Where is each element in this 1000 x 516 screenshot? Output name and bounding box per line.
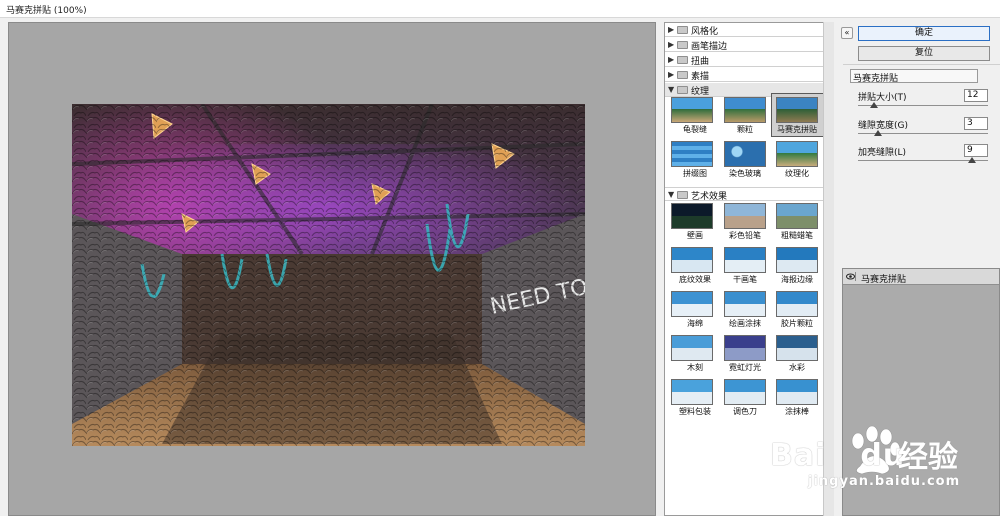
expand-arrow-icon: ▶ bbox=[668, 25, 675, 34]
filter-thumb-palette-knife[interactable] bbox=[724, 379, 766, 405]
tile-size-label: 拼贴大小(T) bbox=[858, 93, 907, 103]
folder-icon bbox=[677, 41, 688, 49]
expand-arrow-icon: ▶ bbox=[668, 55, 675, 64]
filter-caption: 霓虹灯光 bbox=[729, 363, 761, 372]
filter-caption: 纹理化 bbox=[785, 169, 809, 178]
filter-thumb-neon-glow[interactable] bbox=[724, 335, 766, 361]
filter-thumb-sponge[interactable] bbox=[671, 291, 713, 317]
grout-width-label: 缝隙宽度(G) bbox=[858, 121, 908, 131]
filter-thumb-stained-glass[interactable] bbox=[724, 141, 766, 167]
filter-thumb-dry-brush[interactable] bbox=[724, 247, 766, 273]
gallery-category-artistic[interactable]: ▼ 艺术效果 bbox=[665, 187, 823, 202]
lighten-grout-input[interactable]: 9 bbox=[964, 144, 988, 157]
filter-thumb-texturizer[interactable] bbox=[776, 141, 818, 167]
filter-caption: 颗粒 bbox=[737, 125, 753, 134]
gallery-category-distort[interactable]: ▶ 扭曲 bbox=[665, 53, 823, 67]
window-title: 马赛克拼贴 (100%) bbox=[6, 6, 87, 16]
folder-icon bbox=[677, 56, 688, 64]
filter-thumb-craquelure[interactable] bbox=[671, 97, 713, 123]
collapse-arrow-icon: ▼ bbox=[668, 85, 675, 94]
expand-arrow-icon: ▶ bbox=[668, 40, 675, 49]
preview-area[interactable]: NEED TO GET bbox=[8, 22, 656, 516]
chevron-down-icon: ⌄ bbox=[853, 71, 860, 80]
filter-caption: 绘画涂抹 bbox=[729, 319, 761, 328]
reset-button[interactable]: 复位 bbox=[858, 46, 990, 61]
effect-layer-label: 马赛克拼贴 bbox=[861, 275, 907, 285]
expand-arrow-icon: ▶ bbox=[668, 70, 675, 79]
ok-button[interactable]: 确定 bbox=[858, 26, 990, 41]
window-titlebar: 马赛克拼贴 (100%) bbox=[0, 0, 1000, 18]
effect-layer-row[interactable]: 马赛克拼贴 bbox=[843, 269, 999, 285]
filter-thumb-rough-pastels[interactable] bbox=[776, 203, 818, 229]
folder-open-icon bbox=[677, 86, 688, 94]
lighten-grout-label: 加亮缝隙(L) bbox=[858, 148, 907, 158]
filter-caption: 干画笔 bbox=[733, 275, 757, 284]
watermark-brand: Bai du bbox=[770, 438, 906, 473]
filter-caption: 水彩 bbox=[789, 363, 805, 372]
filter-thumb-watercolor[interactable] bbox=[776, 335, 818, 361]
filter-caption: 粗糙蜡笔 bbox=[781, 231, 813, 240]
gallery-category-stylize[interactable]: ▶ 风格化 bbox=[665, 23, 823, 37]
filter-caption: 马赛克拼贴 bbox=[777, 125, 817, 134]
filter-thumb-film-grain[interactable] bbox=[776, 291, 818, 317]
filter-thumb-poster-edges[interactable] bbox=[776, 247, 818, 273]
filter-caption: 彩色铅笔 bbox=[729, 231, 761, 240]
grout-width-slider-thumb[interactable] bbox=[873, 130, 882, 136]
filter-thumb-paint-daubs[interactable] bbox=[724, 291, 766, 317]
collapse-gallery-button[interactable]: « bbox=[841, 27, 853, 39]
eye-icon[interactable] bbox=[846, 272, 856, 281]
folder-open-icon bbox=[677, 191, 688, 199]
filter-thumb-cutout[interactable] bbox=[671, 335, 713, 361]
filter-thumb-smudge-stick[interactable] bbox=[776, 379, 818, 405]
folder-icon bbox=[677, 26, 688, 34]
collapse-arrow-icon: ▼ bbox=[668, 190, 675, 199]
filter-thumb-fresco[interactable] bbox=[671, 203, 713, 229]
watermark-url: jingyan.baidu.com bbox=[808, 474, 961, 489]
watermark-cn: 经验 bbox=[898, 440, 958, 475]
folder-icon bbox=[677, 71, 688, 79]
preview-image: NEED TO GET bbox=[72, 104, 585, 446]
gallery-category-sketch[interactable]: ▶ 素描 bbox=[665, 68, 823, 82]
filter-caption: 胶片颗粒 bbox=[781, 319, 813, 328]
tile-size-input[interactable]: 12 bbox=[964, 89, 988, 102]
filter-select[interactable]: 马赛克拼贴 ⌄ bbox=[850, 69, 978, 84]
filter-thumb-grain[interactable] bbox=[724, 97, 766, 123]
filter-thumb-patchwork[interactable] bbox=[671, 141, 713, 167]
filter-caption: 海报边缘 bbox=[781, 275, 813, 284]
filter-thumb-underpainting[interactable] bbox=[671, 247, 713, 273]
filter-thumb-mosaic-tiles[interactable] bbox=[776, 97, 818, 123]
preview-illustration: NEED TO GET bbox=[72, 104, 585, 446]
grout-width-input[interactable]: 3 bbox=[964, 117, 988, 130]
filter-thumb-plastic-wrap[interactable] bbox=[671, 379, 713, 405]
tile-size-slider-thumb[interactable] bbox=[869, 102, 878, 108]
filter-caption: 染色玻璃 bbox=[729, 169, 761, 178]
lighten-grout-slider-thumb[interactable] bbox=[968, 157, 977, 163]
filter-thumb-colored-pencil[interactable] bbox=[724, 203, 766, 229]
gallery-category-brush-strokes[interactable]: ▶ 画笔描边 bbox=[665, 38, 823, 52]
